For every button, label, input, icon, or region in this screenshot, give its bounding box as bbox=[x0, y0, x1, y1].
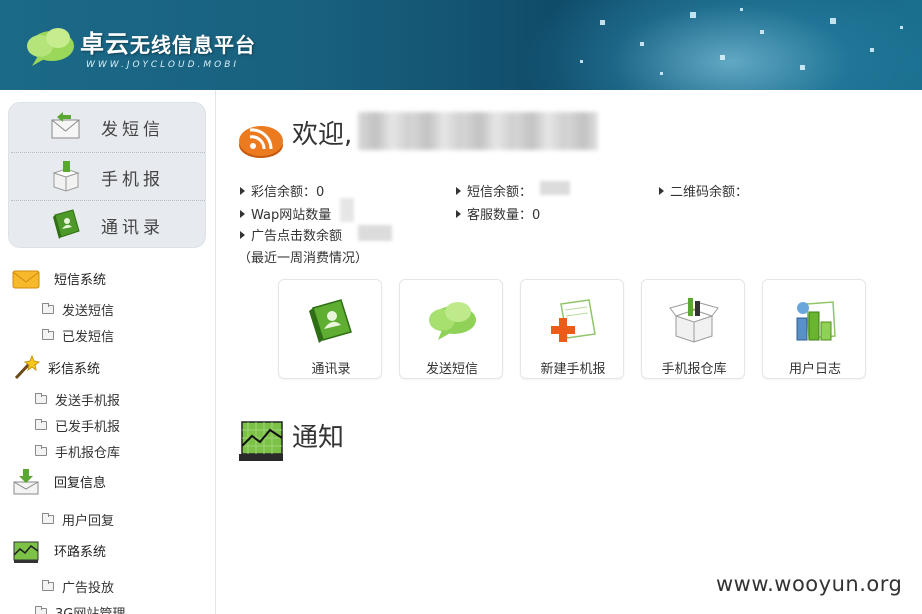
header-sparkle bbox=[900, 26, 903, 29]
address-book-icon bbox=[53, 209, 80, 239]
folder-icon bbox=[42, 329, 54, 340]
menu-group-title: 回复信息 bbox=[54, 476, 107, 491]
bullet-arrow-icon bbox=[456, 210, 461, 218]
address-book-icon bbox=[309, 299, 352, 343]
redacted-username bbox=[358, 112, 598, 150]
header-sparkle bbox=[580, 60, 583, 63]
redacted-value bbox=[340, 198, 354, 222]
menu-group-title: 环路系统 bbox=[54, 545, 107, 560]
bullet-arrow-icon bbox=[240, 231, 245, 239]
tile-label: 手机报仓库 bbox=[661, 362, 727, 377]
menu-item-label: 3G网站管理 bbox=[55, 603, 125, 614]
tile-label: 用户日志 bbox=[788, 362, 841, 377]
menu-group-title: 短信系统 bbox=[54, 273, 107, 288]
header-sparkle bbox=[660, 72, 663, 75]
tile-address-book[interactable]: 通讯录 bbox=[278, 279, 382, 379]
tile-mobile-paper-repository[interactable]: 手机报仓库 bbox=[641, 279, 745, 379]
quick-links-panel: 发短信 手机报 通讯录 bbox=[8, 102, 206, 248]
notice-heading: 通知 bbox=[292, 423, 345, 453]
tile-send-sms[interactable]: 发送短信 bbox=[399, 279, 503, 379]
folder-icon bbox=[42, 580, 54, 591]
menu-group-title: 彩信系统 bbox=[48, 362, 101, 377]
chart-board-icon bbox=[13, 541, 39, 563]
header-sparkle bbox=[870, 48, 874, 52]
quick-link-label: 发短信 bbox=[101, 120, 164, 140]
quick-link-address-book[interactable]: 通讯录 bbox=[9, 201, 207, 249]
open-box-icon bbox=[669, 298, 719, 343]
logo-title: 卓云无线信息平台 bbox=[80, 24, 256, 59]
stat-text: 二维码余额： bbox=[670, 185, 749, 200]
inbox-download-icon bbox=[13, 469, 39, 495]
tile-label: 通讯录 bbox=[311, 362, 351, 377]
header-sparkle bbox=[720, 55, 725, 60]
bullet-arrow-icon bbox=[240, 187, 245, 195]
menu-item-label: 广告投放 bbox=[62, 581, 115, 596]
user-log-icon bbox=[796, 301, 836, 341]
bullet-arrow-icon bbox=[240, 210, 245, 218]
header-sparkle bbox=[800, 65, 805, 70]
cloud-logo-icon bbox=[27, 28, 74, 66]
header-sparkle bbox=[640, 42, 644, 46]
cloud-chat-icon bbox=[429, 302, 476, 340]
stat-text: 广告点击数余额 bbox=[251, 229, 343, 244]
menu-item-label: 手机报仓库 bbox=[55, 446, 121, 461]
menu-item-label: 已发手机报 bbox=[55, 420, 121, 435]
tile-new-mobile-paper[interactable]: 新建手机报 bbox=[520, 279, 624, 379]
stat-ad-clicks: 广告点击数余额 bbox=[240, 225, 342, 244]
watermark-text: www.wooyun.org bbox=[716, 572, 903, 596]
header-sparkle bbox=[690, 12, 696, 18]
stat-text: 短信余额： bbox=[467, 185, 533, 200]
stat-weekly-note: （最近一周消费情况） bbox=[238, 251, 369, 266]
redacted-value bbox=[358, 225, 392, 241]
header-sparkle bbox=[830, 18, 836, 24]
stat-wap-count: Wap网站数量 bbox=[240, 204, 331, 223]
tile-label: 发送短信 bbox=[425, 362, 478, 377]
folder-icon bbox=[35, 393, 47, 404]
quick-link-label: 通讯录 bbox=[101, 218, 164, 238]
folder-icon bbox=[42, 513, 54, 524]
redacted-value bbox=[540, 181, 570, 195]
stat-text: 客服数量：0 bbox=[467, 208, 541, 223]
menu-item-label: 已发短信 bbox=[62, 330, 115, 345]
stat-qrcode-balance: 二维码余额： bbox=[659, 181, 748, 200]
folder-icon bbox=[35, 445, 47, 456]
new-document-plus-icon bbox=[551, 299, 596, 342]
bullet-arrow-icon bbox=[456, 187, 461, 195]
mail-icon bbox=[12, 270, 40, 289]
tile-label: 新建手机报 bbox=[540, 362, 606, 377]
header-glow bbox=[520, 0, 922, 90]
header-sparkle bbox=[600, 20, 605, 25]
rss-feed-icon bbox=[239, 126, 283, 158]
quick-link-send-sms[interactable]: 发短信 bbox=[9, 103, 207, 151]
stat-service-count: 客服数量：0 bbox=[456, 204, 540, 223]
header-banner: 卓云无线信息平台 WWW.JOYCLOUD.MOBI bbox=[0, 0, 922, 90]
folder-icon bbox=[35, 419, 47, 430]
logo-title-rest: 无线信息平台 bbox=[130, 33, 256, 57]
folder-icon bbox=[35, 606, 47, 614]
menu-item-label: 用户回复 bbox=[62, 514, 115, 529]
logo-title-main: 卓云 bbox=[80, 29, 130, 58]
magic-wand-icon bbox=[14, 354, 40, 380]
stat-mms-balance: 彩信余额：0 bbox=[240, 181, 324, 200]
gift-box-icon bbox=[52, 161, 80, 192]
stat-text: Wap网站数量 bbox=[251, 208, 332, 223]
envelope-arrow-icon bbox=[51, 112, 80, 139]
menu-item-label: 发送手机报 bbox=[55, 394, 121, 409]
quick-link-mobile-paper[interactable]: 手机报 bbox=[9, 153, 207, 201]
tile-user-log[interactable]: 用户日志 bbox=[762, 279, 866, 379]
logo-subtitle: WWW.JOYCLOUD.MOBI bbox=[86, 60, 240, 70]
stat-sms-balance: 短信余额： bbox=[456, 181, 532, 200]
folder-icon bbox=[42, 303, 54, 314]
header-sparkle bbox=[740, 8, 743, 11]
chart-board-icon bbox=[239, 421, 283, 461]
stat-text: 彩信余额：0 bbox=[251, 185, 325, 200]
header-sparkle bbox=[760, 30, 764, 34]
menu-item-label: 发送短信 bbox=[62, 304, 115, 319]
left-sidebar: 发短信 手机报 通讯录 短信系统 发送短信 已发短信 彩信系统 发送手机报 已发… bbox=[0, 90, 216, 614]
welcome-heading: 欢迎, bbox=[292, 120, 353, 150]
bullet-arrow-icon bbox=[659, 187, 664, 195]
quick-link-label: 手机报 bbox=[101, 170, 164, 190]
